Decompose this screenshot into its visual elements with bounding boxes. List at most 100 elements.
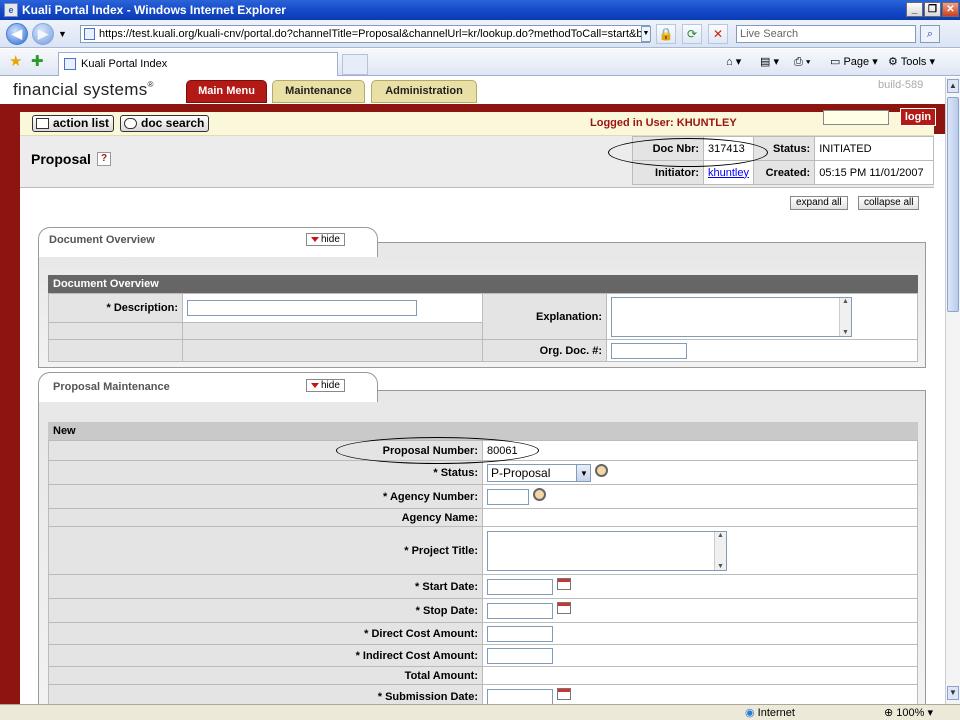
agency-number-input[interactable] — [487, 488, 529, 505]
tab-toolbar: ★ ✚ Kuali Portal Index ⌂ ▾ ▤ ▾ ⎙ ▾ ▭ Pag… — [0, 49, 960, 76]
status-select-value: P-Proposal — [491, 465, 551, 480]
tools-menu-label: Tools — [900, 56, 927, 68]
internet-zone-label: Internet — [757, 707, 795, 719]
portal-header: financial systems® Main Menu Maintenance… — [0, 77, 945, 104]
tab-administration[interactable]: Administration — [371, 80, 477, 103]
browser-tab-title: Kuali Portal Index — [81, 58, 168, 70]
frame-left-border — [0, 104, 20, 704]
total-amount-label: Total Amount: — [48, 666, 483, 685]
ie-app-icon: e — [4, 3, 18, 17]
browser-tab[interactable]: Kuali Portal Index — [58, 52, 338, 76]
login-input[interactable] — [823, 110, 889, 125]
zoom-value: 100% — [896, 707, 925, 719]
description-label: * Description: — [48, 293, 183, 323]
tab-page-icon — [64, 58, 76, 70]
doc-search-button[interactable]: doc search — [120, 115, 210, 132]
search-go-icon[interactable]: ⌕ — [920, 25, 940, 43]
history-dropdown-icon[interactable]: ▼ — [58, 29, 67, 39]
status-lookup-icon[interactable] — [595, 464, 608, 477]
globe-icon: ◉ — [745, 707, 755, 719]
start-date-label: * Start Date: — [48, 574, 483, 599]
agency-lookup-icon[interactable] — [533, 488, 546, 501]
empty-value-cell-2 — [182, 339, 483, 362]
agency-number-cell — [482, 484, 918, 509]
action-list-button[interactable]: action list — [32, 115, 115, 132]
indirect-cost-cell — [482, 644, 918, 667]
address-toolbar: ◀ ▶ ▼ https://test.kuali.org/kuali-cnv/p… — [0, 20, 960, 48]
empty-value-cell — [182, 322, 483, 340]
total-amount-value — [482, 666, 918, 685]
page-menu[interactable]: ▭ Page ▾ — [830, 54, 878, 70]
explanation-textarea[interactable] — [611, 296, 852, 337]
login-button[interactable]: login — [900, 108, 936, 126]
favorites-star-icon[interactable]: ★ — [9, 52, 22, 70]
close-window-button[interactable]: ✕ — [942, 2, 959, 17]
proposal-maintenance-hide-button[interactable]: hide — [306, 379, 345, 392]
forward-button[interactable]: ▶ — [32, 23, 54, 45]
frame-top-border — [0, 104, 945, 112]
scroll-down-arrow[interactable]: ▼ — [947, 686, 959, 700]
indirect-cost-input[interactable] — [487, 647, 553, 664]
live-search-input[interactable]: Live Search — [736, 25, 916, 43]
help-icon[interactable]: ? — [97, 152, 111, 166]
new-tab-button[interactable] — [342, 54, 368, 75]
initiator-cell: khuntley — [703, 160, 754, 185]
home-icon[interactable]: ⌂ ▾ — [726, 54, 741, 70]
page-menu-label: Page — [843, 56, 870, 68]
build-label: build-589 — [878, 79, 924, 91]
description-input[interactable] — [187, 300, 417, 316]
zoom-control[interactable]: ⊕ 100% ▾ — [884, 706, 933, 720]
agency-name-value — [482, 508, 918, 527]
document-overview-tab-title: Document Overview — [49, 234, 155, 246]
doc-info-table: Doc Nbr: 317413 Status: INITIATED Initia… — [631, 136, 934, 185]
collapse-all-button[interactable]: collapse all — [858, 196, 920, 210]
minimize-button[interactable]: _ — [906, 2, 923, 17]
logo-text: financial systems — [13, 80, 148, 99]
agency-name-label: Agency Name: — [48, 508, 483, 527]
direct-cost-label: * Direct Cost Amount: — [48, 622, 483, 645]
explanation-scrollbar[interactable] — [839, 297, 851, 336]
stop-date-label: * Stop Date: — [48, 598, 483, 623]
status-label: Status: — [752, 136, 816, 161]
address-dropdown-icon[interactable]: ▼ — [641, 26, 651, 42]
tab-main-menu[interactable]: Main Menu — [186, 80, 267, 103]
status-dropdown-icon[interactable] — [576, 464, 590, 482]
proposal-maintenance-tab-title: Proposal Maintenance — [53, 381, 170, 393]
submission-date-input[interactable] — [487, 688, 553, 705]
address-input[interactable]: https://test.kuali.org/kuali-cnv/portal.… — [80, 25, 650, 43]
doc-nbr-label: Doc Nbr: — [631, 136, 705, 161]
proposal-number-value: 80061 — [482, 440, 918, 461]
doc-nbr-value: 317413 — [703, 136, 754, 161]
live-search-placeholder: Live Search — [740, 28, 799, 40]
kuali-logo: financial systems® — [13, 80, 154, 99]
back-button[interactable]: ◀ — [6, 23, 28, 45]
submission-date-calendar-icon[interactable] — [557, 687, 571, 700]
tab-maintenance[interactable]: Maintenance — [272, 80, 365, 103]
direct-cost-input[interactable] — [487, 625, 553, 642]
add-favorite-icon[interactable]: ✚ — [31, 52, 44, 70]
stop-icon[interactable]: ✕ — [708, 24, 728, 44]
start-date-calendar-icon[interactable] — [557, 577, 571, 590]
window-title-bar: e Kuali Portal Index - Windows Internet … — [0, 0, 960, 20]
restore-button[interactable]: ❐ — [924, 2, 941, 17]
initiator-link[interactable]: khuntley — [708, 167, 749, 179]
vertical-scrollbar[interactable]: ▲ ▼ — [945, 77, 960, 704]
document-overview-grid-header: Document Overview — [48, 275, 918, 293]
print-icon[interactable]: ⎙ ▾ — [794, 54, 810, 70]
scroll-thumb[interactable] — [947, 97, 959, 312]
start-date-input[interactable] — [487, 578, 553, 595]
lock-icon[interactable]: 🔒 — [656, 24, 676, 44]
expand-all-button[interactable]: expand all — [790, 196, 848, 210]
status-select[interactable]: P-Proposal — [487, 463, 591, 482]
stop-date-input[interactable] — [487, 602, 553, 619]
document-header: Proposal ? Doc Nbr: 317413 Status: INITI… — [20, 136, 934, 188]
feeds-icon[interactable]: ▤ ▾ — [760, 54, 779, 70]
scroll-up-arrow[interactable]: ▲ — [947, 79, 959, 93]
refresh-icon[interactable]: ⟳ — [682, 24, 702, 44]
org-doc-input[interactable] — [611, 342, 687, 359]
document-overview-hide-button[interactable]: hide — [306, 233, 345, 246]
tools-menu[interactable]: ⚙ Tools ▾ — [888, 54, 935, 70]
project-title-scrollbar[interactable] — [714, 531, 726, 570]
project-title-textarea[interactable] — [487, 530, 727, 571]
stop-date-calendar-icon[interactable] — [557, 601, 571, 614]
